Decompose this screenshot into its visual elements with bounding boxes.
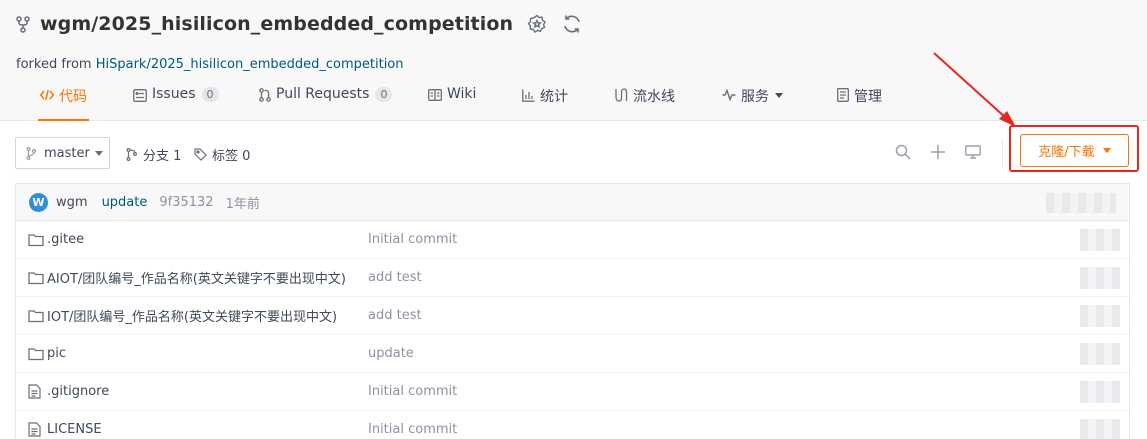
toolbar-divider [1002,139,1003,167]
file-commit-message[interactable]: update [368,346,414,361]
sync-icon[interactable] [561,13,583,35]
branches-label: 分支 1 [143,149,182,164]
tab-label: Wiki [447,86,477,102]
manage-icon [837,86,849,104]
file-name[interactable]: .gitee [47,232,84,247]
pipeline-icon [614,86,628,104]
repo-title-row: wgm/2025_hisilicon_embedded_competition [16,10,583,38]
search-icon[interactable] [894,143,912,161]
tag-icon [194,148,207,161]
tab-issues[interactable]: Issues 0 [133,86,219,121]
tab-label: 代码 [59,89,87,105]
pull-request-icon [259,86,271,104]
chevron-down-icon [775,93,783,98]
tab-label: 统计 [540,89,568,105]
repo-title[interactable]: wgm/2025_hisilicon_embedded_competition [40,13,513,35]
file-icon [28,422,44,438]
file-commit-message[interactable]: add test [368,308,422,323]
file-row[interactable]: .gitee Initial commit [16,221,1129,259]
file-icon [28,384,44,400]
wiki-icon [428,86,442,104]
tab-wiki[interactable]: Wiki [428,86,476,121]
tab-code[interactable]: 代码 [38,86,89,121]
issues-icon [133,86,147,104]
file-row[interactable]: .gitignore Initial commit [16,373,1129,411]
blurred-region [1080,229,1120,251]
file-list: W wgm update 9f35132 1年前 .gitee Initial … [15,183,1130,439]
file-commit-message[interactable]: Initial commit [368,232,457,247]
file-row[interactable]: AIOT/团队编号_作品名称(英文关键字不要出现中文) add test [16,259,1129,297]
tab-manage[interactable]: 管理 [837,86,882,121]
file-commit-message[interactable]: add test [368,270,422,285]
commit-author[interactable]: wgm [56,195,88,210]
forked-from: forked from HiSpark/2025_hisilicon_embed… [16,57,404,72]
stats-icon [522,86,535,104]
tab-label: 流水线 [633,89,675,105]
blurred-region [1046,193,1116,213]
web-ide-icon[interactable] [964,143,982,161]
code-icon [40,86,54,104]
branches-link[interactable]: 分支 1 [126,145,181,164]
tags-label: 标签 0 [212,149,251,164]
file-row[interactable]: pic update [16,335,1129,373]
folder-icon [28,346,44,362]
recommend-badge-icon[interactable] [526,13,548,35]
file-row[interactable]: IOT/团队编号_作品名称(英文关键字不要出现中文) add test [16,297,1129,335]
file-name[interactable]: LICENSE [47,422,102,437]
file-commit-message[interactable]: Initial commit [368,384,457,399]
latest-commit: W wgm update 9f35132 1年前 [16,184,1129,221]
tab-label: Issues [152,86,196,102]
folder-icon [28,308,44,324]
avatar[interactable]: W [29,192,48,212]
file-name[interactable]: AIOT/团队编号_作品名称(英文关键字不要出现中文) [47,268,346,287]
branch-icon [26,146,36,160]
commit-time: 1年前 [225,196,260,212]
repo-tabs: 代码 Issues 0 Pull Requests 0 Wiki 统计 流水线 … [0,86,900,121]
folder-icon [28,270,44,286]
tags-link[interactable]: 标签 0 [194,145,250,164]
file-name[interactable]: IOT/团队编号_作品名称(英文关键字不要出现中文) [47,306,337,325]
tab-label: 管理 [854,89,882,105]
issues-count: 0 [201,87,219,102]
file-name[interactable]: .gitignore [47,384,109,399]
tab-pull-requests[interactable]: Pull Requests 0 [259,86,393,121]
branch-name: master [44,145,90,161]
tab-service[interactable]: 服务 [722,86,783,121]
file-name[interactable]: pic [47,346,66,361]
chevron-down-icon [94,150,103,156]
pull-requests-count: 0 [375,87,393,102]
blurred-region [1080,419,1120,439]
commit-sha[interactable]: 9f35132 [159,195,213,210]
blurred-region [1080,343,1120,365]
forked-from-link[interactable]: HiSpark/2025_hisilicon_embedded_competit… [96,57,404,72]
tab-pipeline[interactable]: 流水线 [614,86,675,121]
repo-toolbar: master 分支 1 标签 0 克隆/下载 [0,121,1147,183]
commit-message[interactable]: update [102,195,148,210]
file-row[interactable]: LICENSE Initial commit [16,411,1129,439]
branch-selector[interactable]: master [15,137,110,169]
file-commit-message[interactable]: Initial commit [368,422,457,437]
forked-prefix: forked from [16,57,96,72]
blurred-region [1080,305,1120,327]
blurred-region [1080,381,1120,403]
tab-label: Pull Requests [276,86,370,102]
fork-icon [16,15,32,33]
folder-icon [28,232,44,248]
tab-label: 服务 [741,89,769,105]
branch-count-icon [126,148,138,161]
add-file-icon[interactable] [929,143,947,161]
annotation-highlight-box [1009,125,1139,172]
service-icon [722,86,736,104]
repo-header: wgm/2025_hisilicon_embedded_competition … [0,0,1147,121]
blurred-region [1080,267,1120,289]
tab-stats[interactable]: 统计 [522,86,568,121]
